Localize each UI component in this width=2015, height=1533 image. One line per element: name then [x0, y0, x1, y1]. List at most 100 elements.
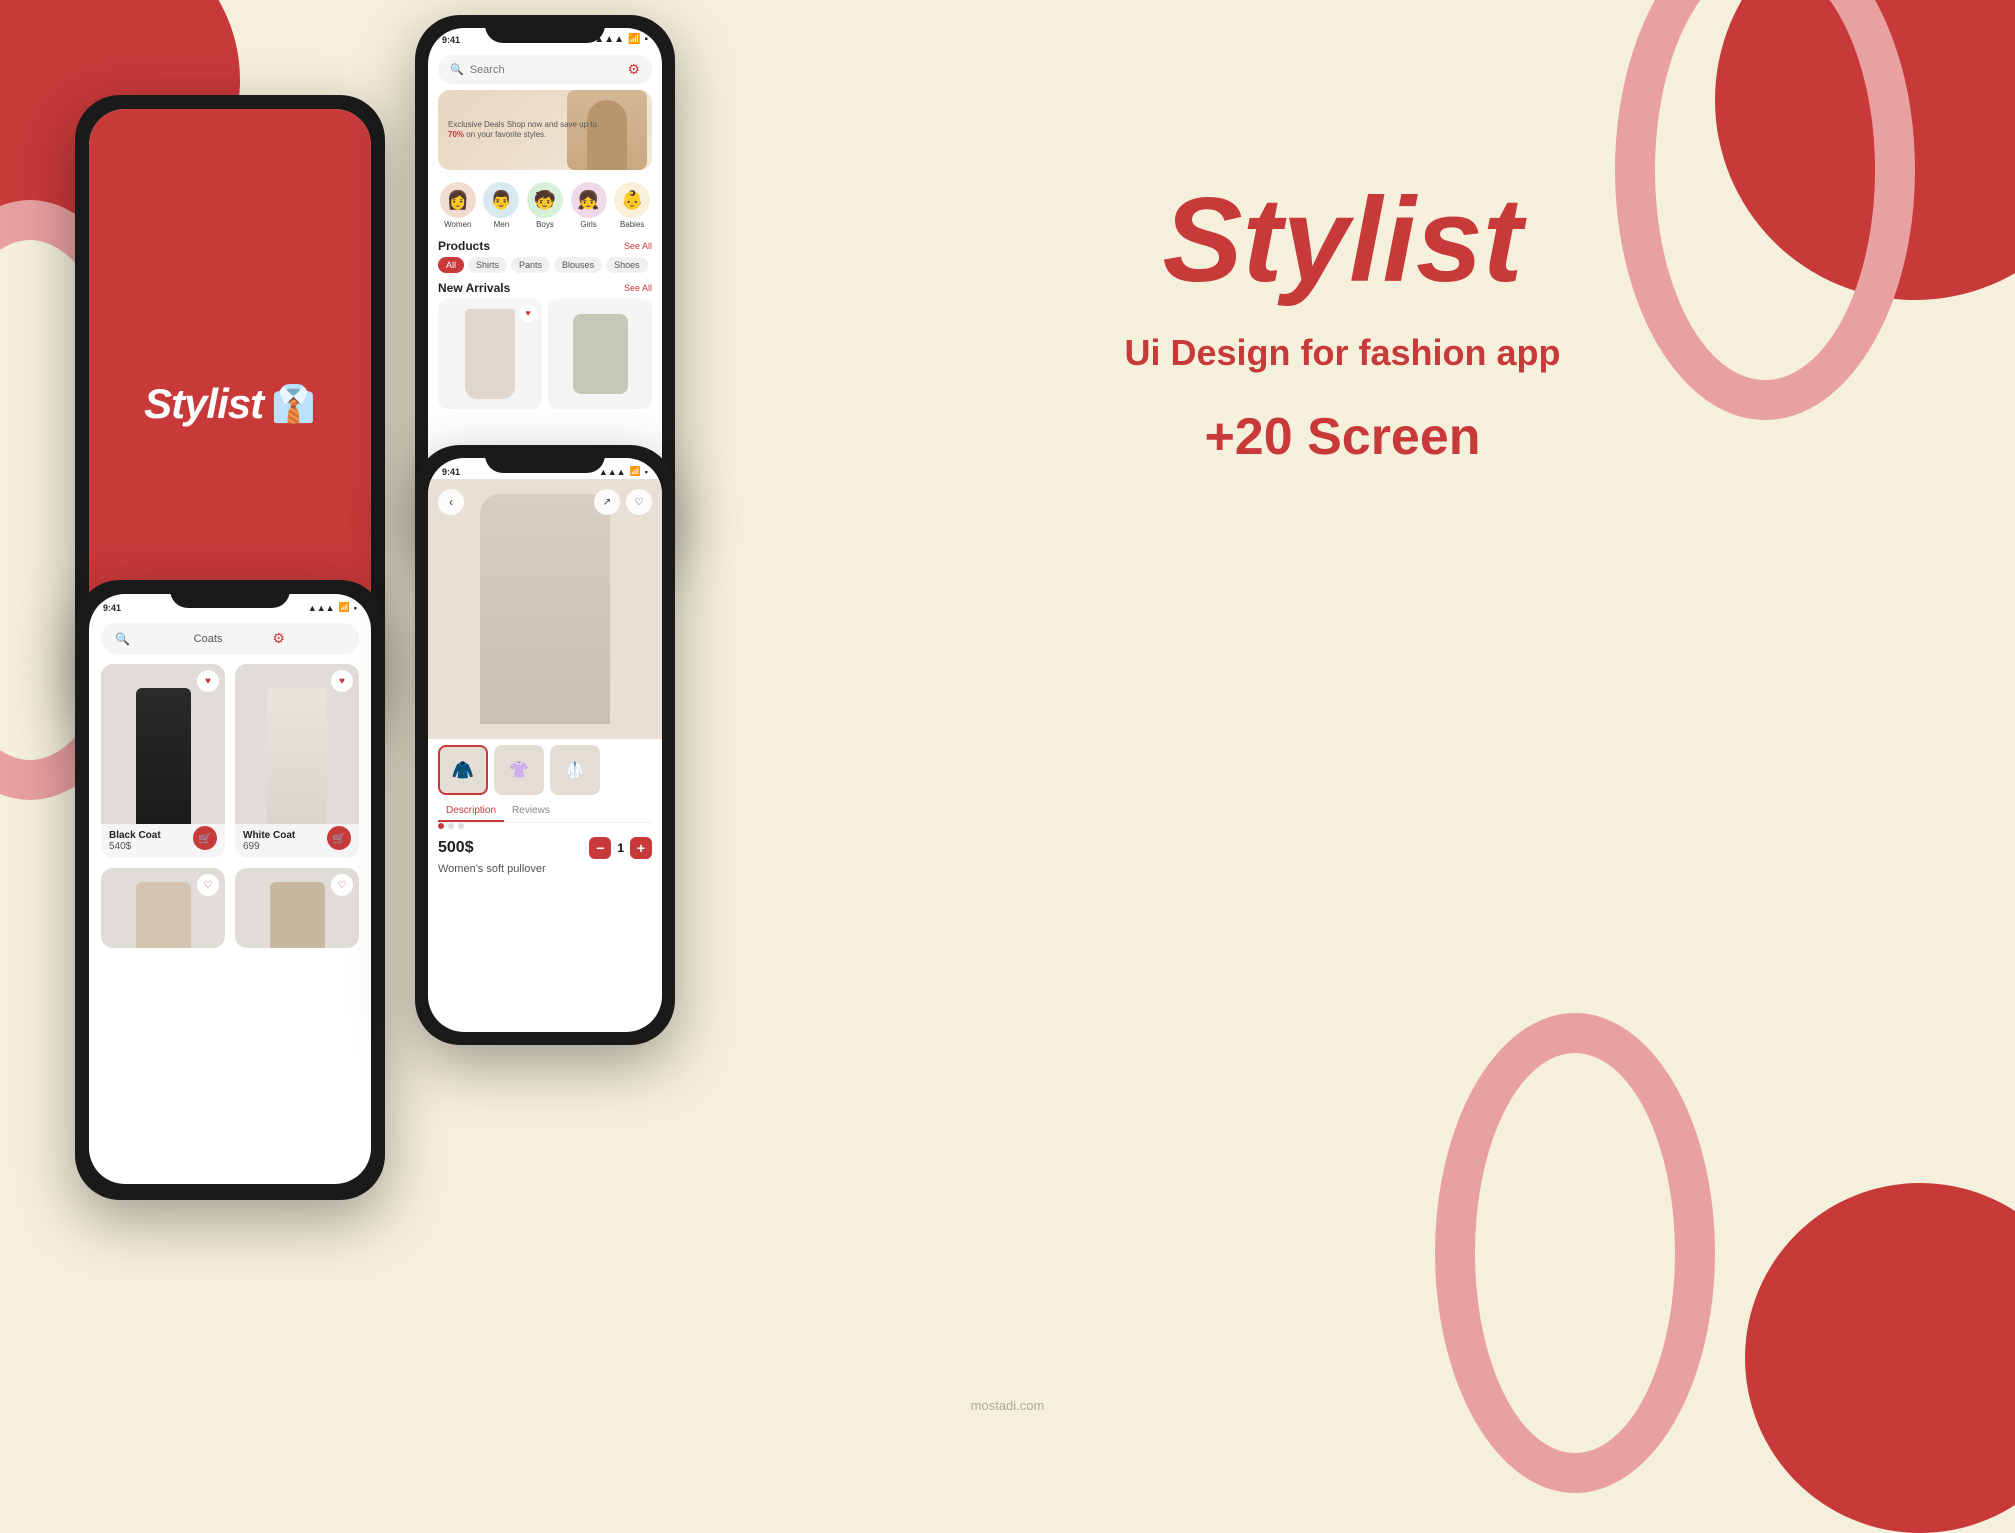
- list-search-value[interactable]: Coats: [194, 633, 267, 645]
- product-price: 500$: [438, 839, 474, 857]
- product-black-coat[interactable]: ♥ Black Coat 540$ 🛒: [101, 664, 225, 858]
- detail-battery: ▪: [645, 467, 648, 477]
- thumb-1[interactable]: 🧥: [438, 745, 488, 795]
- product-figure-2: [548, 299, 652, 409]
- white-coat-image: ♥: [235, 664, 359, 824]
- product-card-1[interactable]: ♥: [438, 299, 542, 409]
- boys-label: Boys: [536, 220, 554, 229]
- tab-all[interactable]: All: [438, 257, 464, 273]
- new-arrivals-see-all[interactable]: See All: [624, 283, 652, 293]
- search-input[interactable]: [470, 64, 622, 76]
- detail-signal: ▲▲▲: [599, 467, 626, 477]
- new-arrivals-title: New Arrivals: [438, 281, 510, 295]
- girls-label: Girls: [580, 220, 596, 229]
- app-tagline: Ui Design for fashion app: [720, 330, 1965, 377]
- category-women[interactable]: 👩 Women: [440, 182, 476, 229]
- time: 9:41: [442, 35, 460, 45]
- extra2-wishlist[interactable]: ♡: [331, 874, 353, 896]
- category-boys[interactable]: 🧒 Boys: [527, 182, 563, 229]
- detail-action-buttons: ↗ ♡: [594, 489, 652, 515]
- share-button[interactable]: ↗: [594, 489, 620, 515]
- white-coat-cart-btn[interactable]: 🛒: [327, 826, 351, 850]
- girls-circle: 👧: [571, 182, 607, 218]
- tab-blouses[interactable]: Blouses: [554, 257, 602, 273]
- banner-text: Exclusive Deals Shop now and save up to …: [438, 112, 607, 149]
- qty-value: 1: [617, 841, 624, 855]
- phone-notch-list: [170, 580, 290, 608]
- white-coat-wishlist[interactable]: ♥: [331, 670, 353, 692]
- category-girls[interactable]: 👧 Girls: [571, 182, 607, 229]
- categories-row: 👩 Women 👨 Men 🧒 Boys 👧 Girls: [428, 178, 662, 233]
- detail-time: 9:41: [442, 467, 460, 477]
- dot-1: [438, 823, 444, 829]
- bg-circle-bottom-right: [1745, 1183, 2015, 1533]
- list-search-bar[interactable]: 🔍 Coats ⚙: [101, 623, 359, 654]
- tab-pants[interactable]: Pants: [511, 257, 550, 273]
- list-time: 9:41: [103, 603, 121, 613]
- new-arrivals-header: New Arrivals See All: [428, 279, 662, 299]
- tab-shoes[interactable]: Shoes: [606, 257, 648, 273]
- product-white-coat[interactable]: ♥ White Coat 699 🛒: [235, 664, 359, 858]
- qty-minus-btn[interactable]: −: [589, 837, 611, 859]
- thumb-2-inner: 👚: [494, 745, 544, 795]
- dot-2: [448, 823, 454, 829]
- phone-list: 9:41 ▲▲▲ 📶 ▪ 🔍 Coats ⚙ ♥ Black Coat: [75, 580, 385, 1200]
- search-bar[interactable]: 🔍 ⚙: [438, 55, 652, 84]
- watermark: mostadi.com: [971, 1398, 1045, 1413]
- extra2-image: ♡: [235, 868, 359, 948]
- back-button[interactable]: ‹: [438, 489, 464, 515]
- list-wifi: 📶: [339, 602, 350, 613]
- shirt-icon: 👔: [271, 383, 316, 425]
- qty-plus-btn[interactable]: +: [630, 837, 652, 859]
- extra2-figure: [270, 882, 325, 948]
- hero-wishlist-button[interactable]: ♡: [626, 489, 652, 515]
- list-search-icon: 🔍: [115, 632, 188, 646]
- list-battery: ▪: [354, 603, 357, 613]
- phone-notch-detail: [485, 445, 605, 473]
- new-arrivals-grid: ♥: [428, 299, 662, 409]
- quantity-control: − 1 +: [589, 837, 652, 859]
- tab-description[interactable]: Description: [438, 801, 504, 822]
- product-extra-2[interactable]: ♡: [235, 868, 359, 948]
- bg-arc-right-bottom: [1435, 1013, 1715, 1493]
- tab-reviews[interactable]: Reviews: [504, 801, 558, 822]
- category-babies[interactable]: 👶 Babies: [614, 182, 650, 229]
- category-men[interactable]: 👨 Men: [483, 182, 519, 229]
- brand-title: Stylist: [720, 180, 1965, 300]
- tab-shirts[interactable]: Shirts: [468, 257, 507, 273]
- filter-icon[interactable]: ⚙: [627, 61, 640, 78]
- men-label: Men: [494, 220, 510, 229]
- list-filter-icon[interactable]: ⚙: [272, 630, 345, 647]
- sweater-figure: [573, 314, 628, 394]
- phone-notch: [485, 15, 605, 43]
- product-hero: ‹ ↗ ♡: [428, 479, 662, 739]
- detail-wifi: 📶: [630, 466, 641, 477]
- wishlist-btn-1[interactable]: ♥: [519, 304, 537, 322]
- products-header: Products See All: [428, 237, 662, 257]
- right-content: Stylist Ui Design for fashion app +20 Sc…: [720, 180, 1965, 467]
- black-coat-image: ♥: [101, 664, 225, 824]
- products-title: Products: [438, 239, 490, 253]
- black-coat-wishlist[interactable]: ♥: [197, 670, 219, 692]
- page-dots: [428, 823, 662, 829]
- price-qty-row: 500$ − 1 +: [428, 833, 662, 863]
- black-coat-cart-btn[interactable]: 🛒: [193, 826, 217, 850]
- detail-screen: 9:41 ▲▲▲ 📶 ▪ ‹ ↗ ♡ 🧥: [428, 458, 662, 1032]
- dress-figure: [465, 309, 515, 399]
- extra1-wishlist[interactable]: ♡: [197, 874, 219, 896]
- dot-3: [458, 823, 464, 829]
- products-see-all[interactable]: See All: [624, 241, 652, 251]
- products-tabs: All Shirts Pants Blouses Shoes: [428, 257, 662, 279]
- thumb-3[interactable]: 🥼: [550, 745, 600, 795]
- extra1-figure: [136, 882, 191, 948]
- splash-logo: Stylist: [144, 380, 263, 428]
- babies-circle: 👶: [614, 182, 650, 218]
- detail-product-name: Women's soft pullover: [428, 863, 662, 879]
- thumb-2[interactable]: 👚: [494, 745, 544, 795]
- phone-detail: 9:41 ▲▲▲ 📶 ▪ ‹ ↗ ♡ 🧥: [415, 445, 675, 1045]
- extra1-image: ♡: [101, 868, 225, 948]
- promo-banner[interactable]: Exclusive Deals Shop now and save up to …: [438, 90, 652, 170]
- screen-count: +20 Screen: [720, 407, 1965, 467]
- product-extra-1[interactable]: ♡: [101, 868, 225, 948]
- product-card-2[interactable]: [548, 299, 652, 409]
